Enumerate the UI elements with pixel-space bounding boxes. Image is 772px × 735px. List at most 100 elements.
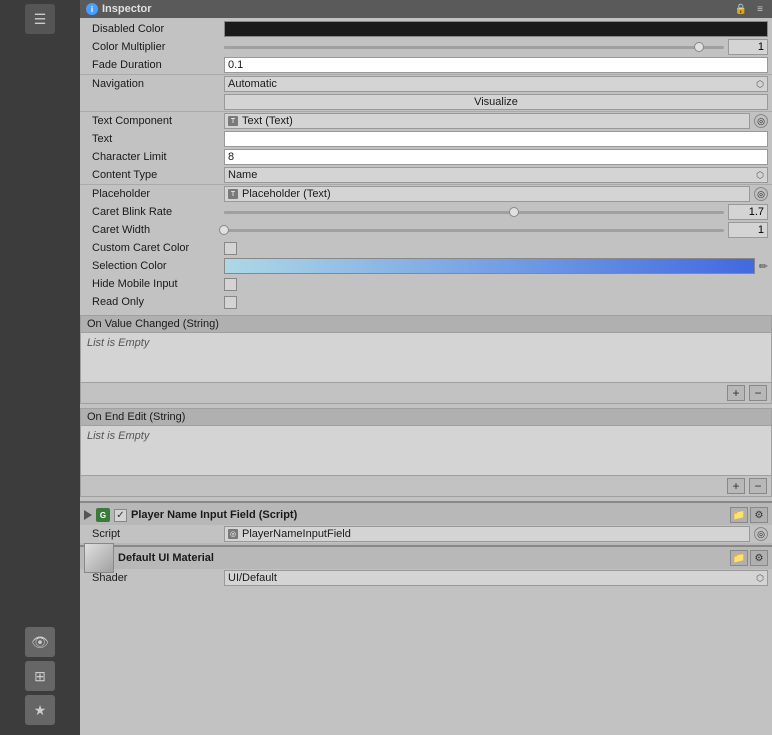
script-fold-btn[interactable]: [84, 510, 92, 520]
script-enable-checkbox[interactable]: ✓: [114, 509, 127, 522]
color-multiplier-label: Color Multiplier: [84, 41, 224, 53]
content-type-arrow-icon: ⬡: [756, 170, 764, 181]
selection-color-row: Selection Color ✏: [80, 257, 772, 275]
inspector-header: i Inspector 🔒 ≡: [80, 0, 772, 18]
caret-blink-rate-label: Caret Blink Rate: [84, 206, 224, 218]
custom-caret-color-row: Custom Caret Color: [80, 239, 772, 257]
script-gear-btn[interactable]: ⚙: [750, 507, 768, 523]
sidebar-star-icon[interactable]: ★: [25, 695, 55, 725]
caret-blink-rate-slider: [224, 204, 768, 220]
on-end-edit-section: On End Edit (String) List is Empty + −: [80, 408, 772, 497]
script-header-btns: 📁 ⚙: [730, 507, 768, 523]
caret-blink-rate-track[interactable]: [224, 211, 724, 214]
material-preview-icon: [84, 543, 114, 573]
fade-duration-control: [224, 57, 768, 73]
on-value-changed-section: On Value Changed (String) List is Empty …: [80, 315, 772, 404]
script-circle-btn[interactable]: ◎: [754, 527, 768, 541]
custom-caret-color-control: [224, 242, 768, 255]
text-input[interactable]: [224, 131, 768, 147]
read-only-row: Read Only: [80, 293, 772, 311]
inspector-body: Disabled Color Color Multiplier Fade Dur…: [80, 18, 772, 735]
fade-duration-label: Fade Duration: [84, 59, 224, 71]
character-limit-row: Character Limit: [80, 148, 772, 166]
content-type-control: Name ⬡: [224, 167, 768, 183]
caret-blink-rate-input[interactable]: [728, 204, 768, 220]
placeholder-control: T Placeholder (Text) ◎: [224, 186, 768, 202]
caret-width-track[interactable]: [224, 229, 724, 232]
on-end-edit-footer: + −: [80, 476, 772, 497]
script-section: G ✓ Player Name Input Field (Script) 📁 ⚙…: [80, 501, 772, 545]
color-multiplier-slider: [224, 39, 768, 55]
material-header-btns: 📁 ⚙: [730, 550, 768, 566]
character-limit-label: Character Limit: [84, 151, 224, 163]
on-end-edit-empty: List is Empty: [87, 430, 149, 442]
text-component-field: T Text (Text): [224, 113, 750, 129]
script-title: Player Name Input Field (Script): [131, 509, 726, 521]
disabled-color-control: [224, 21, 768, 37]
color-multiplier-input[interactable]: [728, 39, 768, 55]
on-value-changed-empty: List is Empty: [87, 337, 149, 349]
selection-color-pencil-icon[interactable]: ✏: [759, 260, 768, 273]
read-only-checkbox[interactable]: [224, 296, 237, 309]
caret-width-slider: [224, 222, 768, 238]
fade-duration-input[interactable]: [224, 57, 768, 73]
character-limit-control: [224, 149, 768, 165]
script-row: Script ◎ PlayerNameInputField ◎: [80, 525, 772, 543]
material-title: Default UI Material: [118, 552, 726, 564]
on-end-edit-body: List is Empty: [80, 426, 772, 476]
material-gear-btn[interactable]: ⚙: [750, 550, 768, 566]
sidebar-bottom: 👁 ⊞ ★: [25, 627, 55, 735]
script-check-icon: ✓: [116, 510, 124, 521]
text-label: Text: [84, 133, 224, 145]
sidebar-menu-icon[interactable]: ☰: [25, 4, 55, 34]
text-component-label: Text Component: [84, 115, 224, 127]
inspector-menu-btn[interactable]: ≡: [754, 3, 766, 16]
on-value-changed-remove-btn[interactable]: −: [749, 385, 767, 401]
sidebar-grid-icon[interactable]: ⊞: [25, 661, 55, 691]
color-multiplier-control: [224, 39, 768, 55]
disabled-color-swatch[interactable]: [224, 21, 768, 37]
material-shader-control: UI/Default ⬡: [224, 570, 768, 586]
placeholder-label: Placeholder: [84, 188, 224, 200]
navigation-control: Automatic ⬡: [224, 76, 768, 92]
on-value-changed-add-btn[interactable]: +: [727, 385, 745, 401]
script-g-icon: G: [96, 508, 110, 522]
material-shader-arrow-icon: ⬡: [756, 573, 764, 584]
content-type-row: Content Type Name ⬡: [80, 166, 772, 184]
content-type-label: Content Type: [84, 169, 224, 181]
visualize-button[interactable]: Visualize: [224, 94, 768, 110]
text-component-icon: T: [228, 116, 238, 126]
on-value-changed-footer: + −: [80, 383, 772, 404]
on-end-edit-add-btn[interactable]: +: [727, 478, 745, 494]
read-only-control: [224, 296, 768, 309]
sidebar-icons: ☰: [0, 4, 80, 34]
text-component-circle-btn[interactable]: ◎: [754, 114, 768, 128]
caret-width-input[interactable]: [728, 222, 768, 238]
selection-color-control: ✏: [224, 258, 768, 274]
character-limit-input[interactable]: [224, 149, 768, 165]
fade-duration-row: Fade Duration: [80, 56, 772, 74]
selection-color-swatch[interactable]: [224, 258, 755, 274]
color-multiplier-track[interactable]: [224, 46, 724, 49]
material-shader-dropdown[interactable]: UI/Default ⬡: [224, 570, 768, 586]
material-folder-btn[interactable]: 📁: [730, 550, 748, 566]
navigation-label: Navigation: [84, 78, 224, 90]
content-type-dropdown[interactable]: Name ⬡: [224, 167, 768, 183]
navigation-dropdown[interactable]: Automatic ⬡: [224, 76, 768, 92]
on-value-changed-header: On Value Changed (String): [80, 315, 772, 333]
on-end-edit-remove-btn[interactable]: −: [749, 478, 767, 494]
script-field-icon: ◎: [228, 529, 238, 539]
selection-color-label: Selection Color: [84, 260, 224, 272]
script-folder-btn[interactable]: 📁: [730, 507, 748, 523]
caret-width-control: [224, 222, 768, 238]
caret-blink-rate-control: [224, 204, 768, 220]
inspector-lock-btn[interactable]: 🔒: [732, 3, 750, 16]
custom-caret-color-checkbox[interactable]: [224, 242, 237, 255]
navigation-arrow-icon: ⬡: [756, 79, 764, 90]
hide-mobile-input-checkbox[interactable]: [224, 278, 237, 291]
script-label: Script: [84, 528, 224, 540]
placeholder-circle-btn[interactable]: ◎: [754, 187, 768, 201]
inspector-info-icon: i: [86, 3, 98, 15]
sidebar-eye-icon[interactable]: 👁: [25, 627, 55, 657]
material-header: Default UI Material 📁 ⚙: [80, 547, 772, 569]
